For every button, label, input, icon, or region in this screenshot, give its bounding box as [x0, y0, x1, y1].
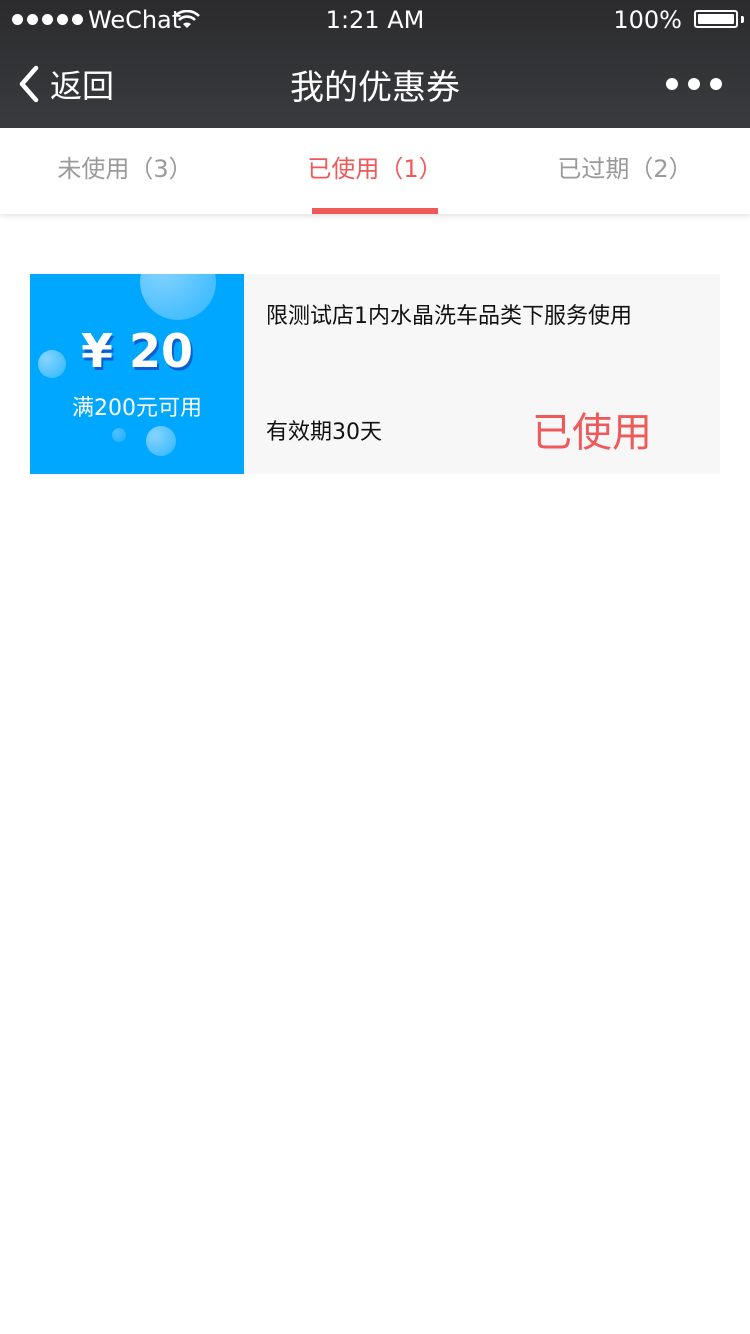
- coupon-validity: 有效期30天: [266, 420, 382, 445]
- more-options-button[interactable]: [666, 78, 722, 90]
- status-bar: WeChat 1:21 AM 100%: [0, 0, 750, 40]
- coupon-card[interactable]: ¥ 20 满200元可用 限测试店1内水晶洗车品类下服务使用 有效期30天 已使…: [30, 274, 720, 474]
- decorative-bubble: [146, 426, 176, 456]
- header: WeChat 1:21 AM 100% 返回 我的优惠券: [0, 0, 750, 128]
- battery-icon: [694, 10, 738, 28]
- more-dot-icon: [710, 78, 722, 90]
- tab-unused-label: 未使用（3）: [57, 155, 193, 183]
- tab-used[interactable]: 已使用（1）: [250, 128, 500, 214]
- tab-unused[interactable]: 未使用（3）: [0, 128, 250, 214]
- coupon-description: 限测试店1内水晶洗车品类下服务使用: [266, 304, 632, 329]
- more-dot-icon: [688, 78, 700, 90]
- decorative-bubble: [112, 428, 126, 442]
- coupon-condition: 满200元可用: [72, 396, 202, 421]
- battery-tip: [741, 16, 744, 23]
- coupon-status: 已使用: [532, 410, 652, 456]
- coupon-amount: ¥ 20: [80, 324, 194, 378]
- page-title: 我的优惠券: [290, 68, 460, 108]
- tab-used-label: 已使用（1）: [307, 155, 443, 183]
- coupon-tabs: 未使用（3） 已使用（1） 已过期（2）: [0, 128, 750, 214]
- battery-percentage: 100%: [613, 6, 682, 34]
- tab-underline: [312, 208, 438, 214]
- more-dot-icon: [666, 78, 678, 90]
- coupon-details: 限测试店1内水晶洗车品类下服务使用 有效期30天 已使用: [244, 274, 720, 474]
- tab-expired-label: 已过期（2）: [557, 155, 693, 183]
- tab-expired[interactable]: 已过期（2）: [500, 128, 750, 214]
- nav-bar: 返回 我的优惠券: [0, 40, 750, 128]
- decorative-bubble: [140, 274, 216, 320]
- coupon-amount-panel: ¥ 20 满200元可用: [30, 274, 244, 474]
